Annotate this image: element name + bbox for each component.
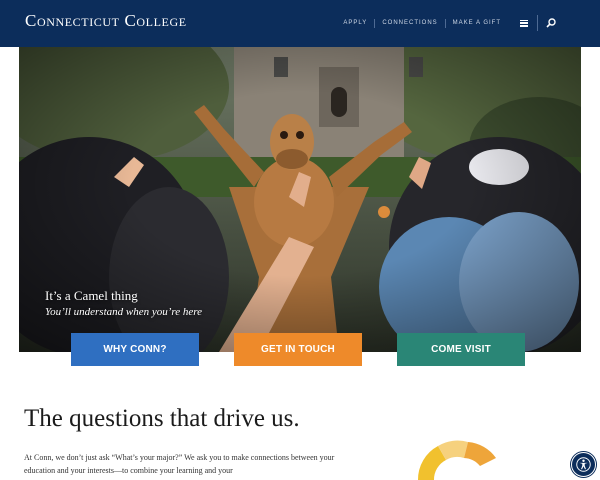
nav-apply[interactable]: APPLY bbox=[336, 19, 374, 28]
nav-make-a-gift[interactable]: MAKE A GIFT bbox=[444, 19, 508, 28]
accessibility-figure-icon bbox=[576, 457, 591, 472]
hero-caption: It’s a Camel thing You’ll understand whe… bbox=[45, 288, 202, 318]
search-icon[interactable] bbox=[546, 18, 556, 28]
utility-nav: APPLY CONNECTIONS MAKE A GIFT bbox=[336, 19, 508, 28]
hero-image: It’s a Camel thing You’ll understand whe… bbox=[19, 47, 581, 352]
decorative-donut-graphic bbox=[417, 440, 496, 480]
hamburger-menu-icon[interactable] bbox=[520, 19, 528, 27]
nav-connections[interactable]: CONNECTIONS bbox=[374, 19, 444, 28]
intro-paragraph: At Conn, we don’t just ask “What’s your … bbox=[24, 453, 335, 475]
why-conn-button[interactable]: WHY CONN? bbox=[71, 333, 199, 366]
get-in-touch-button[interactable]: GET IN TOUCH bbox=[234, 333, 362, 366]
header-icons bbox=[520, 15, 556, 31]
header-divider bbox=[537, 15, 538, 31]
come-visit-button[interactable]: COME VISIT bbox=[397, 333, 525, 366]
hero-title: It’s a Camel thing bbox=[45, 288, 138, 303]
hero-subtitle: You’ll understand when you’re here bbox=[45, 306, 203, 318]
section-heading: The questions that drive us. bbox=[24, 405, 300, 432]
college-logo[interactable]: Connecticut College bbox=[25, 11, 187, 31]
site-header: Connecticut College APPLY CONNECTIONS MA… bbox=[0, 0, 600, 47]
accessibility-icon[interactable] bbox=[571, 452, 596, 477]
